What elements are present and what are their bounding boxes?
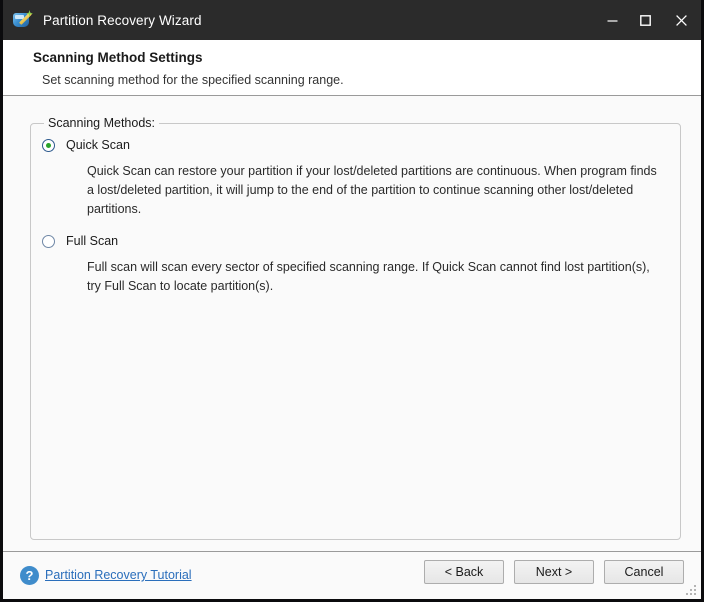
quick-scan-description: Quick Scan can restore your partition if… — [87, 162, 662, 219]
quick-scan-radio-row[interactable]: Quick Scan — [31, 138, 680, 153]
window-title: Partition Recovery Wizard — [43, 13, 202, 28]
question-mark-icon[interactable]: ? — [20, 566, 39, 585]
partition-wizard-icon — [13, 10, 33, 30]
cancel-button[interactable]: Cancel — [604, 560, 684, 584]
content-panel: Scanning Methods: Quick Scan Quick Scan … — [3, 97, 701, 552]
full-scan-description: Full scan will scan every sector of spec… — [87, 258, 662, 296]
quick-scan-label: Quick Scan — [66, 138, 130, 153]
window-accent-stripe — [0, 0, 3, 40]
resize-grip-icon[interactable] — [686, 585, 697, 596]
page-subtitle: Set scanning method for the specified sc… — [42, 72, 701, 88]
radio-full-scan[interactable] — [42, 235, 55, 248]
radio-quick-scan[interactable] — [42, 139, 55, 152]
footer-bar: ? Partition Recovery Tutorial < Back Nex… — [3, 551, 701, 599]
groupbox-legend: Scanning Methods: — [44, 116, 159, 131]
minimize-icon[interactable] — [596, 0, 629, 40]
scanning-methods-groupbox: Scanning Methods: Quick Scan Quick Scan … — [30, 123, 681, 540]
partition-recovery-wizard-window: Partition Recovery Wizard Scanning Metho… — [0, 0, 704, 602]
page-title: Scanning Method Settings — [33, 49, 701, 67]
wizard-button-row: < Back Next > Cancel — [424, 560, 684, 584]
option-full-scan[interactable]: Full Scan Full scan will scan every sect… — [31, 234, 680, 296]
window-controls — [596, 0, 704, 40]
partition-recovery-tutorial-link[interactable]: Partition Recovery Tutorial — [45, 567, 192, 584]
maximize-icon[interactable] — [629, 0, 662, 40]
full-scan-radio-row[interactable]: Full Scan — [31, 234, 680, 249]
close-icon[interactable] — [662, 0, 704, 40]
page-header: Scanning Method Settings Set scanning me… — [3, 40, 701, 96]
option-quick-scan[interactable]: Quick Scan Quick Scan can restore your p… — [31, 138, 680, 219]
back-button[interactable]: < Back — [424, 560, 504, 584]
title-bar: Partition Recovery Wizard — [0, 0, 704, 40]
full-scan-label: Full Scan — [66, 234, 118, 249]
next-button[interactable]: Next > — [514, 560, 594, 584]
